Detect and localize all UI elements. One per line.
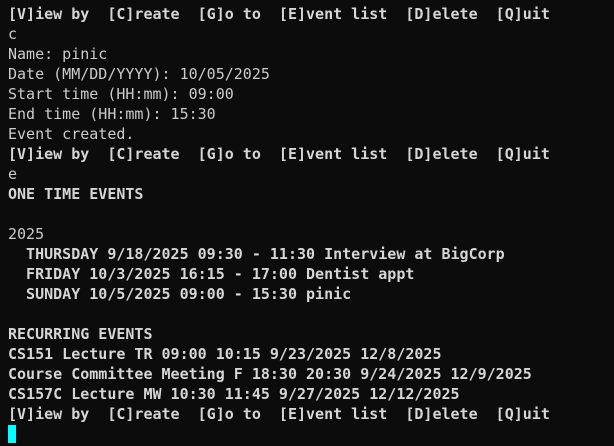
user-input-line: c <box>8 25 18 43</box>
recurring-event-item: CS157C Lecture MW 10:30 11:45 9/27/2025 … <box>8 385 460 403</box>
one-time-event-item: SUNDAY 10/5/2025 09:00 - 15:30 pinic <box>8 285 352 303</box>
one-time-event-item: THURSDAY 9/18/2025 09:30 - 11:30 Intervi… <box>8 245 505 263</box>
terminal-window[interactable]: [V]iew by [C]reate [G]o to [E]vent list … <box>0 0 614 446</box>
menu-line: [V]iew by [C]reate [G]o to [E]vent list … <box>8 5 550 23</box>
recurring-event-item: CS151 Lecture TR 09:00 10:15 9/23/2025 1… <box>8 345 442 363</box>
section-heading-recurring-events: RECURRING EVENTS <box>8 325 153 343</box>
menu-line: [V]iew by [C]reate [G]o to [E]vent list … <box>8 405 550 423</box>
one-time-event-item: FRIDAY 10/3/2025 16:15 - 17:00 Dentist a… <box>8 265 415 283</box>
user-input-line: e <box>8 165 18 183</box>
menu-line: [V]iew by [C]reate [G]o to [E]vent list … <box>8 145 550 163</box>
year-label: 2025 <box>8 225 45 243</box>
section-heading-one-time-events: ONE TIME EVENTS <box>8 185 144 203</box>
end-time-output: End time (HH:mm): 15:30 <box>8 105 216 123</box>
recurring-event-item: Course Committee Meeting F 18:30 20:30 9… <box>8 365 532 383</box>
prompt-line[interactable] <box>8 424 614 444</box>
status-message: Event created. <box>8 125 135 143</box>
date-output: Date (MM/DD/YYYY): 10/05/2025 <box>8 65 270 83</box>
start-time-output: Start time (HH:mm): 09:00 <box>8 85 234 103</box>
name-output: Name: pinic <box>8 45 108 63</box>
text-cursor <box>8 425 16 443</box>
